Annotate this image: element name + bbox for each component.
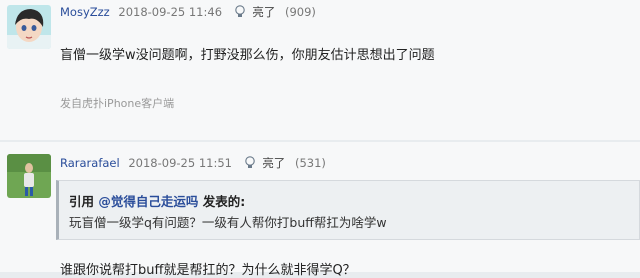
username-link[interactable]: Rararafael	[60, 156, 120, 170]
light-bulb-icon[interactable]	[244, 156, 256, 172]
post-meta: MosyZzz 2018-09-25 11:46 亮了 (909)	[60, 4, 316, 21]
avatar[interactable]	[7, 5, 51, 49]
quote-header: 引用 @觉得自己走运吗 发表的:	[69, 191, 245, 210]
username-link[interactable]: MosyZzz	[60, 5, 110, 19]
post-date: 2018-09-25 11:46	[118, 5, 223, 19]
post-content: 谁跟你说帮打buff就是帮扛的？为什么就非得学Q？	[60, 263, 356, 278]
quote-suffix: 发表的:	[198, 194, 246, 209]
quote-author-link[interactable]: @觉得自己走运吗	[98, 194, 198, 209]
post-1	[0, 0, 640, 140]
light-count: (531)	[294, 156, 326, 170]
quote-block: 引用 @觉得自己走运吗 发表的: 玩盲僧一级学q有问题？一级有人帮你打buff帮…	[56, 180, 640, 240]
light-bulb-icon[interactable]	[234, 5, 246, 21]
quote-prefix: 引用	[69, 194, 99, 209]
post-meta: Rararafael 2018-09-25 11:51 亮了 (531)	[60, 155, 326, 172]
light-button[interactable]: 亮了	[262, 156, 285, 170]
light-button[interactable]: 亮了	[252, 5, 275, 19]
post-date: 2018-09-25 11:51	[128, 156, 232, 170]
post-source: 发自虎扑iPhone客户端	[60, 97, 175, 110]
avatar[interactable]	[7, 154, 51, 198]
light-count: (909)	[284, 5, 316, 19]
post-content: 盲僧一级学w没问题啊，打野没那么伤，你朋友估计思想出了问题	[60, 48, 435, 63]
quote-text: 玩盲僧一级学q有问题？一级有人帮你打buff帮扛为啥学w	[69, 215, 387, 230]
